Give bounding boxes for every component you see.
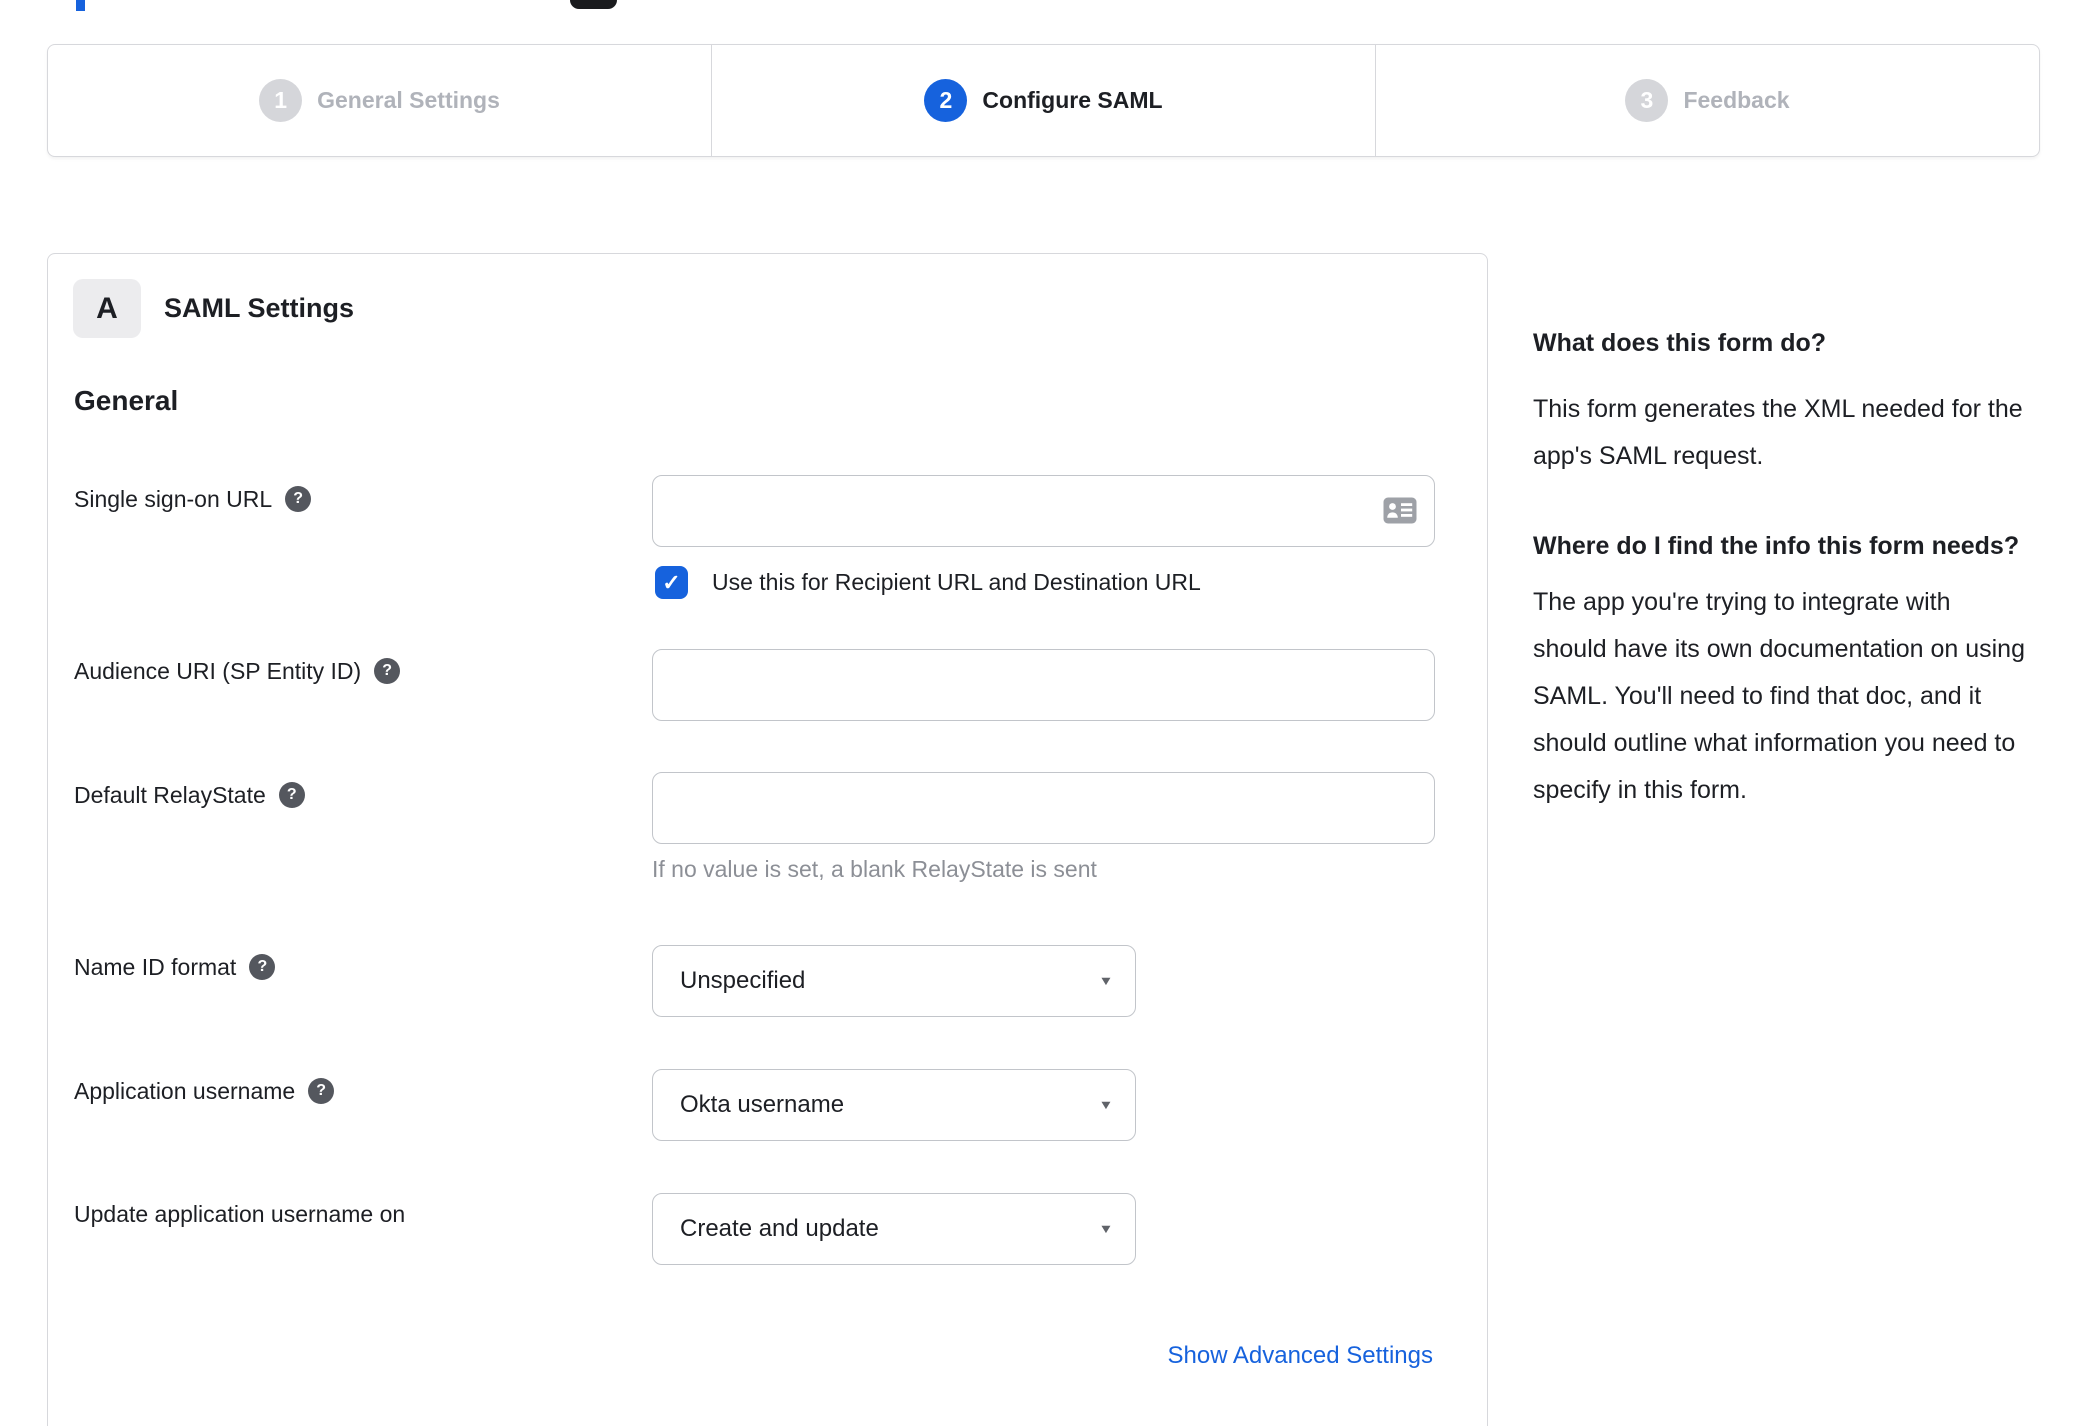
name-id-format-label: Name ID format ? bbox=[74, 951, 276, 983]
help-icon[interactable]: ? bbox=[285, 486, 312, 512]
step-label: Feedback bbox=[1683, 87, 1790, 113]
default-relaystate-label-text: Default RelayState bbox=[74, 781, 266, 808]
recipient-url-checkbox[interactable]: ✓ bbox=[655, 566, 688, 599]
update-application-username-label-text: Update application username on bbox=[74, 1200, 406, 1227]
step-number-badge: 2 bbox=[924, 79, 968, 122]
single-sign-on-url-label: Single sign-on URL ? bbox=[74, 483, 312, 515]
audience-uri-label: Audience URI (SP Entity ID) ? bbox=[74, 655, 401, 687]
help-body-what: This form generates the XML needed for t… bbox=[1533, 395, 2023, 470]
single-sign-on-url-field bbox=[652, 475, 1435, 547]
help-icon[interactable]: ? bbox=[308, 1078, 335, 1104]
step-number-badge: 3 bbox=[1625, 79, 1669, 122]
help-icon[interactable]: ? bbox=[249, 954, 276, 980]
cropped-dark-element bbox=[570, 0, 617, 9]
relaystate-hint: If no value is set, a blank RelayState i… bbox=[652, 856, 1097, 882]
wizard-stepper: 1 General Settings 2 Configure SAML 3 Fe… bbox=[47, 44, 2040, 157]
page: 1 General Settings 2 Configure SAML 3 Fe… bbox=[0, 0, 2092, 1426]
default-relaystate-input[interactable] bbox=[652, 772, 1435, 844]
chevron-down-icon: ▼ bbox=[1098, 1097, 1114, 1112]
chevron-down-icon: ▼ bbox=[1098, 973, 1114, 988]
single-sign-on-url-label-text: Single sign-on URL bbox=[74, 485, 273, 512]
help-sidebar: What does this form do? This form genera… bbox=[1533, 320, 2025, 814]
audience-uri-field bbox=[652, 649, 1435, 721]
help-icon[interactable]: ? bbox=[278, 782, 305, 808]
recipient-url-checkbox-row: ✓ Use this for Recipient URL and Destina… bbox=[655, 566, 1201, 599]
step-configure-saml[interactable]: 2 Configure SAML bbox=[711, 45, 1375, 156]
step-general-settings[interactable]: 1 General Settings bbox=[48, 45, 711, 156]
help-icon[interactable]: ? bbox=[374, 658, 401, 684]
step-number-badge: 1 bbox=[259, 79, 303, 122]
update-application-username-select[interactable]: Create and update ▼ bbox=[652, 1193, 1136, 1265]
update-application-username-value: Create and update bbox=[680, 1215, 879, 1242]
step-feedback: 3 Feedback bbox=[1375, 45, 2039, 156]
application-username-label-text: Application username bbox=[74, 1077, 296, 1104]
application-username-value: Okta username bbox=[680, 1091, 845, 1118]
default-relaystate-label: Default RelayState ? bbox=[74, 779, 305, 811]
name-id-format-label-text: Name ID format bbox=[74, 953, 237, 980]
chevron-down-icon: ▼ bbox=[1098, 1221, 1114, 1236]
help-heading-what: What does this form do? bbox=[1533, 329, 1827, 357]
saml-settings-panel: A SAML Settings General Single sign-on U… bbox=[47, 253, 1488, 1426]
check-icon: ✓ bbox=[662, 569, 681, 595]
section-badge-a: A bbox=[73, 279, 141, 338]
audience-uri-label-text: Audience URI (SP Entity ID) bbox=[74, 657, 362, 684]
audience-uri-input[interactable] bbox=[652, 649, 1435, 721]
recipient-url-checkbox-label: Use this for Recipient URL and Destinati… bbox=[712, 569, 1201, 595]
step-label: Configure SAML bbox=[982, 87, 1163, 113]
application-username-select[interactable]: Okta username ▼ bbox=[652, 1069, 1136, 1141]
help-body-where: The app you're trying to integrate with … bbox=[1533, 588, 2025, 804]
saml-settings-title: SAML Settings bbox=[164, 293, 355, 323]
update-application-username-label: Update application username on bbox=[74, 1198, 405, 1230]
show-advanced-settings-link[interactable]: Show Advanced Settings bbox=[1167, 1342, 1433, 1370]
application-username-label: Application username ? bbox=[74, 1075, 335, 1107]
name-id-format-select[interactable]: Unspecified ▼ bbox=[652, 945, 1136, 1017]
step-label: General Settings bbox=[317, 87, 500, 113]
contact-card-icon[interactable] bbox=[1383, 497, 1417, 524]
cropped-blue-element bbox=[76, 0, 85, 11]
name-id-format-value: Unspecified bbox=[680, 967, 806, 994]
help-heading-where: Where do I find the info this form needs… bbox=[1533, 532, 2020, 560]
single-sign-on-url-input[interactable] bbox=[652, 475, 1435, 547]
default-relaystate-field bbox=[652, 772, 1435, 844]
general-section-title: General bbox=[74, 385, 179, 416]
